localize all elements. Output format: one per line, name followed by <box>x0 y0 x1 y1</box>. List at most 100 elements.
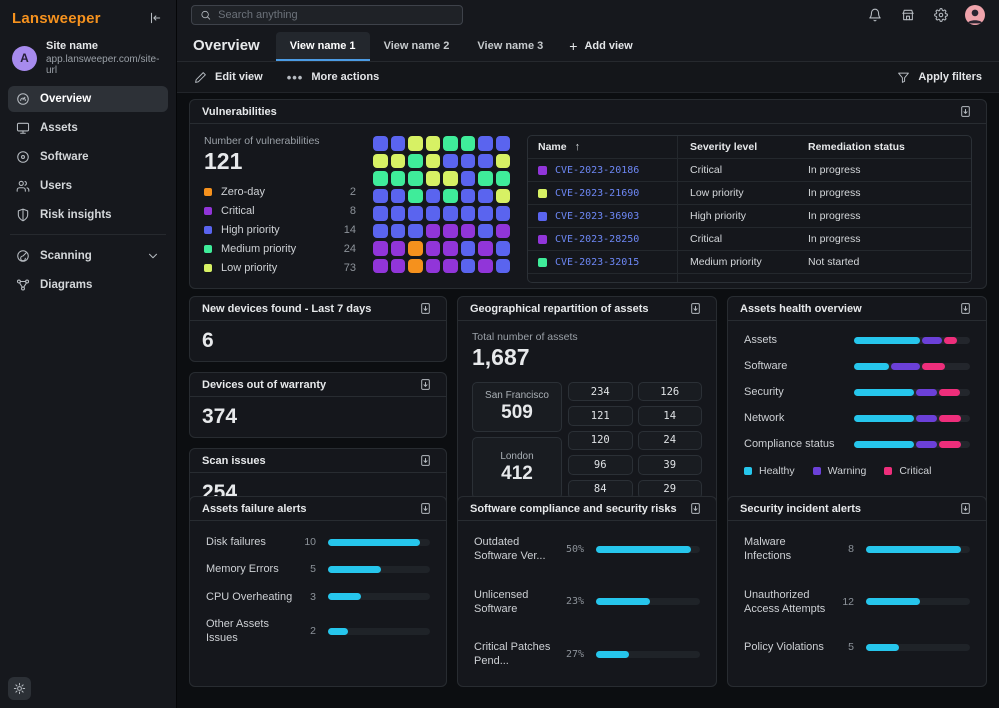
sun-icon <box>13 682 26 695</box>
geo-cell[interactable]: 24 <box>638 431 703 450</box>
column-header-name[interactable]: Name ↑ <box>528 136 678 158</box>
bar-segment-warning <box>916 389 937 396</box>
marketplace-button[interactable] <box>899 6 917 24</box>
legend-label: Medium priority <box>221 243 335 255</box>
user-avatar[interactable] <box>965 5 985 25</box>
export-button[interactable] <box>417 452 434 469</box>
alert-bar-fill <box>866 546 961 553</box>
alert-value: 50% <box>562 544 596 555</box>
export-button[interactable] <box>417 376 434 393</box>
edit-view-label: Edit view <box>215 71 263 83</box>
alert-bar <box>596 651 700 658</box>
column-header-remediation[interactable]: Remediation status <box>796 136 971 158</box>
waffle-cell <box>496 206 511 221</box>
health-bar <box>854 415 970 422</box>
export-button[interactable] <box>417 500 434 517</box>
search-input[interactable] <box>218 9 454 21</box>
more-actions-button[interactable]: ••• More actions <box>287 70 380 85</box>
geo-cell[interactable]: 120 <box>568 431 633 450</box>
waffle-cell <box>478 189 493 204</box>
export-button[interactable] <box>687 500 704 517</box>
tab-view-2[interactable]: View name 2 <box>370 32 464 61</box>
waffle-cell <box>496 136 511 151</box>
cve-link[interactable]: CVE-2023-36903 <box>555 211 639 222</box>
search-icon <box>200 9 211 21</box>
cve-link[interactable]: CVE-2023-21690 <box>555 188 639 199</box>
waffle-cell <box>496 154 511 169</box>
edit-view-button[interactable]: Edit view <box>194 71 263 84</box>
vulnerabilities-table: Name ↑ Severity level Remediation status… <box>527 135 972 283</box>
alert-bar <box>866 546 970 553</box>
waffle-cell <box>391 189 406 204</box>
card-title: Scan issues <box>202 455 266 467</box>
alert-bar <box>328 593 430 600</box>
cve-link[interactable]: CVE-2023-32015 <box>555 257 639 268</box>
sidebar-item-label: Diagrams <box>40 279 92 291</box>
notifications-button[interactable] <box>866 6 884 24</box>
geo-cell[interactable]: 121 <box>568 406 633 425</box>
export-button[interactable] <box>957 500 974 517</box>
health-bar <box>854 337 970 344</box>
geo-cell[interactable]: 14 <box>638 406 703 425</box>
export-button[interactable] <box>687 300 704 317</box>
waffle-cell <box>391 154 406 169</box>
tab-view-1[interactable]: View name 1 <box>276 32 370 61</box>
bar-segment-warning <box>922 337 942 344</box>
geo-cell[interactable]: 126 <box>638 382 703 401</box>
waffle-cell <box>496 189 511 204</box>
geo-cell[interactable]: 39 <box>638 455 703 474</box>
waffle-cell <box>391 259 406 274</box>
bar-segment-healthy <box>854 389 914 396</box>
sidebar-item-scanning[interactable]: Scanning <box>8 243 168 269</box>
sidebar-item-label: Users <box>40 180 72 192</box>
apply-filters-label: Apply filters <box>918 71 982 83</box>
cve-link[interactable]: CVE-2023-20186 <box>555 165 639 176</box>
cve-link[interactable]: CVE-2023-28250 <box>555 234 639 245</box>
city-box-london[interactable]: London 412 <box>472 437 562 499</box>
waffle-cell <box>461 241 476 256</box>
legend-swatch <box>204 245 212 253</box>
site-switcher[interactable]: A Site name app.lansweeper.com/site-url <box>0 32 176 86</box>
software-compliance-card: Software compliance and security risks O… <box>457 496 717 687</box>
sidebar-item-diagrams[interactable]: Diagrams <box>8 272 168 298</box>
sidebar-item-risk-insights[interactable]: Risk insights <box>8 202 168 228</box>
health-row: Security <box>744 386 970 398</box>
city-box-san-francisco[interactable]: San Francisco 509 <box>472 382 562 432</box>
global-search[interactable] <box>191 5 463 25</box>
card-title: Security incident alerts <box>740 503 861 515</box>
collapse-sidebar-button[interactable] <box>146 9 164 27</box>
sidebar-item-overview[interactable]: Overview <box>8 86 168 112</box>
theme-toggle-button[interactable] <box>8 677 31 700</box>
export-button[interactable] <box>417 300 434 317</box>
waffle-cell <box>391 171 406 186</box>
export-button[interactable] <box>957 300 974 317</box>
waffle-cell <box>478 136 493 151</box>
alert-row: Malware Infections 8 <box>744 535 970 564</box>
vulnerability-waffle <box>373 136 510 283</box>
geo-cell[interactable]: 96 <box>568 455 633 474</box>
sidebar-item-assets[interactable]: Assets <box>8 115 168 141</box>
sidebar-item-users[interactable]: Users <box>8 173 168 199</box>
apply-filters-button[interactable]: Apply filters <box>897 71 982 84</box>
legend-swatch <box>204 226 212 234</box>
health-label: Network <box>744 412 854 424</box>
waffle-cell <box>478 259 493 274</box>
export-button[interactable] <box>957 103 974 120</box>
waffle-cell <box>426 136 441 151</box>
sidebar-item-software[interactable]: Software <box>8 144 168 170</box>
health-row: Compliance status <box>744 438 970 450</box>
settings-button[interactable] <box>932 6 950 24</box>
vulnerabilities-card: Vulnerabilities Number of vulnerabilitie… <box>189 99 987 289</box>
severity-cell: Medium priority <box>678 251 796 273</box>
tab-view-3[interactable]: View name 3 <box>463 32 557 61</box>
total-vulnerabilities-label: Number of vulnerabilities <box>204 135 356 147</box>
funnel-icon <box>897 71 910 84</box>
remediation-cell: In progress <box>796 228 971 250</box>
column-header-severity[interactable]: Severity level <box>678 136 796 158</box>
severity-swatch <box>538 235 547 244</box>
pencil-icon <box>194 71 207 84</box>
add-view-button[interactable]: + Add view <box>557 32 644 61</box>
health-bar <box>854 441 970 448</box>
geo-cell[interactable]: 234 <box>568 382 633 401</box>
legend-value: 2 <box>350 186 356 198</box>
